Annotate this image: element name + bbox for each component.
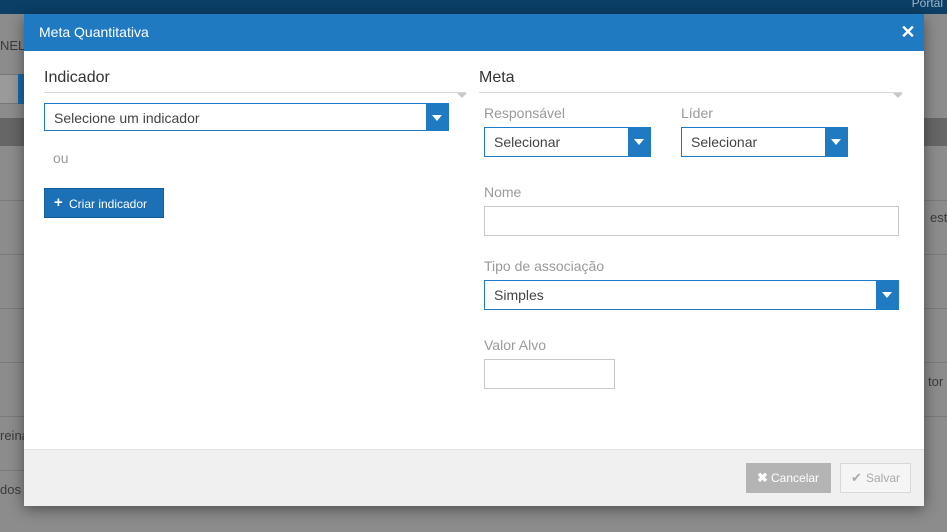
or-text: ou	[53, 150, 69, 166]
cancel-button[interactable]: ✖ Cancelar	[746, 463, 831, 493]
bg-row-divider	[0, 308, 24, 309]
bg-row-divider	[924, 254, 947, 255]
association-type-label: Tipo de associação	[484, 258, 605, 274]
section-divider	[479, 92, 902, 93]
bg-table-header-right	[924, 118, 947, 146]
indicator-select-value: Selecione um indicador	[54, 110, 200, 126]
bg-row-divider	[0, 254, 24, 255]
bg-text-fragment: NEL	[0, 38, 26, 53]
leader-label: Líder	[681, 105, 713, 121]
target-value-input[interactable]	[484, 359, 615, 389]
responsible-select-value: Selecionar	[494, 134, 561, 150]
caret-down-icon	[457, 93, 467, 98]
top-right-link: Portal	[911, 0, 943, 10]
create-indicator-button[interactable]: + Criar indicador	[44, 188, 164, 218]
bg-row-divider	[924, 308, 947, 309]
name-label: Nome	[484, 184, 522, 200]
bg-row-divider	[0, 416, 24, 417]
create-indicator-label: Criar indicador	[69, 197, 148, 211]
modal-title: Meta Quantitativa	[39, 24, 149, 40]
chevron-down-icon	[628, 128, 650, 156]
save-label: Salvar	[866, 471, 901, 485]
modal-footer: ✖ Cancelar ✔ Salvar	[24, 449, 924, 506]
modal-header: Meta Quantitativa ✕	[24, 14, 924, 51]
leader-select-value: Selecionar	[691, 134, 758, 150]
association-type-value: Simples	[494, 287, 544, 303]
indicator-section-title: Indicador	[44, 69, 110, 86]
meta-quantitativa-modal: Meta Quantitativa ✕ Indicador Selecione …	[24, 14, 924, 506]
cancel-label: Cancelar	[771, 471, 820, 485]
times-icon: ✖	[757, 470, 768, 485]
caret-down-icon	[893, 93, 903, 98]
responsible-label: Responsável	[484, 105, 565, 121]
name-input[interactable]	[484, 206, 899, 236]
goal-section-title: Meta	[479, 69, 515, 86]
check-icon: ✔	[851, 470, 862, 485]
target-value-label: Valor Alvo	[484, 337, 546, 353]
section-divider	[44, 92, 466, 93]
bg-row-divider	[0, 470, 24, 471]
chevron-down-icon	[426, 104, 448, 130]
bg-row-divider	[0, 362, 24, 363]
plus-icon: +	[54, 194, 63, 211]
chevron-down-icon	[876, 281, 898, 309]
chevron-down-icon	[825, 128, 847, 156]
bg-row-divider	[924, 362, 947, 363]
responsible-select[interactable]: Selecionar	[484, 127, 651, 157]
bg-row-divider	[924, 200, 947, 201]
bg-input-fragment	[0, 74, 19, 104]
indicator-select[interactable]: Selecione um indicador	[44, 103, 449, 131]
bg-row-divider	[0, 200, 24, 201]
app-top-bar: Portal	[0, 0, 947, 14]
bg-table-header-left	[0, 118, 24, 146]
leader-select[interactable]: Selecionar	[681, 127, 848, 157]
close-icon[interactable]: ✕	[900, 23, 916, 41]
save-button[interactable]: ✔ Salvar	[840, 463, 911, 493]
bg-text-fragment: tor	[928, 374, 944, 389]
association-type-select[interactable]: Simples	[484, 280, 899, 310]
bg-text-fragment: dos	[0, 482, 21, 497]
bg-row-divider	[924, 416, 947, 417]
bg-text-fragment: esto	[930, 210, 947, 225]
